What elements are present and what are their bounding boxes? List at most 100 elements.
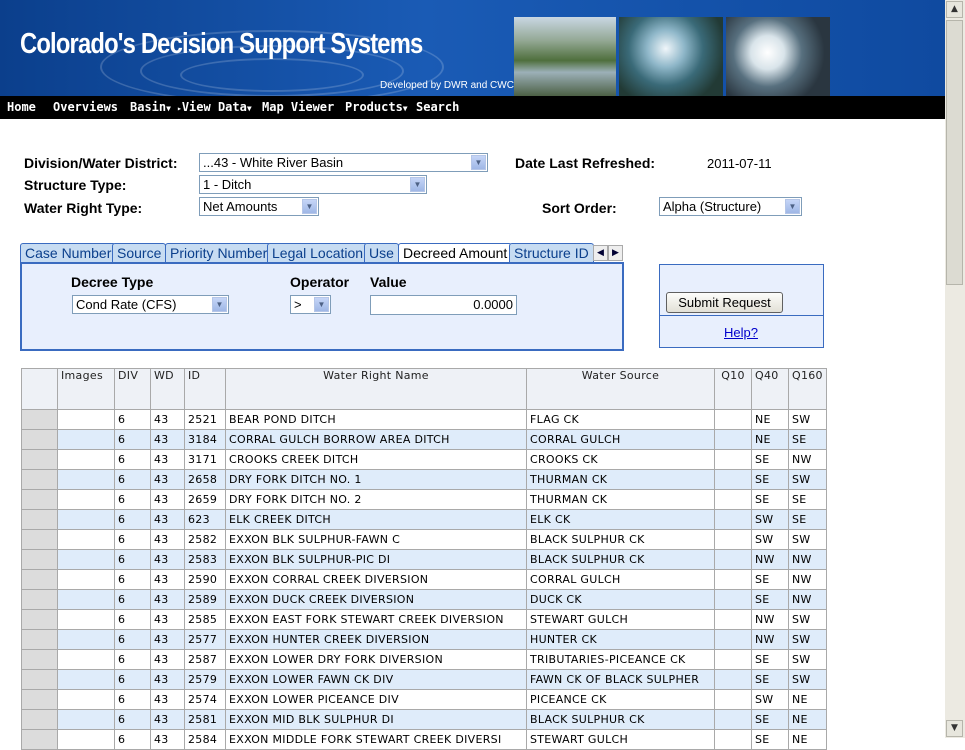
value-label: Value (370, 274, 407, 290)
cell-q10 (714, 549, 752, 570)
nav-search[interactable]: Search (416, 100, 459, 114)
row-selector[interactable] (21, 629, 58, 650)
cell-q160: NW (788, 549, 827, 570)
nav-products[interactable]: Products▼ (345, 100, 408, 114)
column-header-q40[interactable]: Q40 (751, 368, 789, 410)
cell-name: EXXON EAST FORK STEWART CREEK DIVERSION (225, 609, 527, 630)
table-row[interactable]: 6 43 2577 EXXON HUNTER CREEK DIVERSION HUNTE… (21, 629, 827, 650)
column-header-wd[interactable]: WD (150, 368, 185, 410)
table-row[interactable]: 6 43 2659 DRY FORK DITCH NO. 2 THURMAN CK SE S… (21, 489, 827, 510)
table-row[interactable]: 6 43 623 ELK CREEK DITCH ELK CK SW SE (21, 509, 827, 530)
cell-source: PICEANCE CK (526, 689, 715, 710)
row-selector[interactable] (21, 449, 58, 470)
row-images-cell (57, 549, 115, 570)
row-selector[interactable] (21, 509, 58, 530)
column-header-div[interactable]: DIV (114, 368, 151, 410)
tab-scroll-left-icon[interactable]: ◀ (593, 245, 608, 261)
row-selector[interactable] (21, 729, 58, 750)
column-header-id[interactable]: ID (184, 368, 226, 410)
tab-priority-number[interactable]: Priority Number (165, 243, 273, 263)
division-select[interactable]: ...43 - White River Basin ▼ (199, 153, 488, 172)
table-row[interactable]: 6 43 2587 EXXON LOWER DRY FORK DIVERSION TRI… (21, 649, 827, 670)
cell-name: CORRAL GULCH BORROW AREA DITCH (225, 429, 527, 450)
chevron-down-icon[interactable]: ▼ (410, 177, 425, 192)
cell-q10 (714, 689, 752, 710)
table-row[interactable]: 6 43 2584 EXXON MIDDLE FORK STEWART CREEK D… (21, 729, 827, 750)
nav-overviews[interactable]: Overviews (53, 100, 118, 114)
chevron-down-icon[interactable]: ▼ (314, 297, 329, 312)
row-selector[interactable] (21, 409, 58, 430)
nav-view-data[interactable]: ▸View Data▼ (177, 100, 252, 114)
row-selector[interactable] (21, 669, 58, 690)
table-row[interactable]: 6 43 2583 EXXON BLK SULPHUR-PIC DI BLACK SUL… (21, 549, 827, 570)
table-row[interactable]: 6 43 2585 EXXON EAST FORK STEWART CREEK DIV… (21, 609, 827, 630)
tab-source[interactable]: Source (112, 243, 167, 263)
nav-home[interactable]: Home (7, 100, 36, 114)
water-right-type-select-value: Net Amounts (203, 199, 278, 214)
row-images-cell (57, 609, 115, 630)
column-header-images[interactable]: Images (57, 368, 115, 410)
chevron-down-icon[interactable]: ▼ (302, 199, 317, 214)
cell-q10 (714, 669, 752, 690)
table-row[interactable]: 6 43 2581 EXXON MID BLK SULPHUR DI BLACK SUL… (21, 709, 827, 730)
table-row[interactable]: 6 43 3171 CROOKS CREEK DITCH CROOKS CK SE NW (21, 449, 827, 470)
tab-scroll-right-icon[interactable]: ▶ (608, 245, 623, 261)
chevron-down-icon[interactable]: ▼ (785, 199, 800, 214)
operator-select[interactable]: > ▼ (290, 295, 331, 314)
tab-use[interactable]: Use (364, 243, 399, 263)
table-row[interactable]: 6 43 2590 EXXON CORRAL CREEK DIVERSION CORRA… (21, 569, 827, 590)
value-input[interactable]: 0.0000 (370, 295, 517, 315)
scroll-up-icon[interactable]: ▲ (946, 1, 963, 18)
cell-q160: SW (788, 669, 827, 690)
row-selector[interactable] (21, 689, 58, 710)
water-right-type-select[interactable]: Net Amounts ▼ (199, 197, 319, 216)
cell-source: CORRAL GULCH (526, 429, 715, 450)
cell-q40: SE (751, 669, 789, 690)
decree-type-label: Decree Type (71, 274, 154, 290)
table-row[interactable]: 6 43 2579 EXXON LOWER FAWN CK DIV FAWN CK OF… (21, 669, 827, 690)
column-header-q160[interactable]: Q160 (788, 368, 827, 410)
tab-decreed-amount[interactable]: Decreed Amount (398, 243, 513, 264)
structure-type-select[interactable]: 1 - Ditch ▼ (199, 175, 427, 194)
table-row[interactable]: 6 43 2658 DRY FORK DITCH NO. 1 THURMAN CK SE S… (21, 469, 827, 490)
row-selector[interactable] (21, 569, 58, 590)
cell-wd: 43 (150, 669, 185, 690)
column-header-q10[interactable]: Q10 (714, 368, 752, 410)
scroll-down-icon[interactable]: ▼ (946, 720, 963, 737)
table-row[interactable]: 6 43 2589 EXXON DUCK CREEK DIVERSION DUCK CK… (21, 589, 827, 610)
header-photo-waterfall (619, 17, 723, 96)
cell-q10 (714, 509, 752, 530)
scrollbar-thumb[interactable] (946, 20, 963, 285)
tab-structure-id[interactable]: Structure ID (509, 243, 594, 263)
table-row[interactable]: 6 43 2582 EXXON BLK SULPHUR-FAWN C BLACK SUL… (21, 529, 827, 550)
chevron-down-icon[interactable]: ▼ (212, 297, 227, 312)
sort-order-select[interactable]: Alpha (Structure) ▼ (659, 197, 802, 216)
row-selector[interactable] (21, 649, 58, 670)
date-refreshed-label: Date Last Refreshed: (515, 155, 656, 171)
nav-map-viewer[interactable]: Map Viewer (262, 100, 334, 114)
row-selector[interactable] (21, 589, 58, 610)
results-table: Images DIV WD ID Water Right Name Water … (21, 368, 827, 750)
row-selector[interactable] (21, 469, 58, 490)
tab-legal-location[interactable]: Legal Location (267, 243, 369, 263)
row-selector[interactable] (21, 609, 58, 630)
column-header-water-source[interactable]: Water Source (526, 368, 715, 410)
row-selector[interactable] (21, 549, 58, 570)
row-selector[interactable] (21, 429, 58, 450)
cell-q40: NE (751, 429, 789, 450)
table-row[interactable]: 6 43 3184 CORRAL GULCH BORROW AREA DITCH COR… (21, 429, 827, 450)
table-row[interactable]: 6 43 2574 EXXON LOWER PICEANCE DIV PICEANCE … (21, 689, 827, 710)
nav-basin[interactable]: Basin▼ (130, 100, 171, 114)
table-row[interactable]: 6 43 2521 BEAR POND DITCH FLAG CK NE SW (21, 409, 827, 430)
cell-q160: SW (788, 409, 827, 430)
row-selector[interactable] (21, 529, 58, 550)
column-header-water-right-name[interactable]: Water Right Name (225, 368, 527, 410)
decree-type-select[interactable]: Cond Rate (CFS) ▼ (72, 295, 229, 314)
submit-request-button[interactable]: Submit Request (666, 292, 783, 313)
help-link[interactable]: Help? (724, 325, 758, 340)
row-selector[interactable] (21, 489, 58, 510)
chevron-down-icon[interactable]: ▼ (471, 155, 486, 170)
row-selector[interactable] (21, 709, 58, 730)
tab-case-number[interactable]: Case Number (20, 243, 117, 263)
cell-q40: SE (751, 729, 789, 750)
